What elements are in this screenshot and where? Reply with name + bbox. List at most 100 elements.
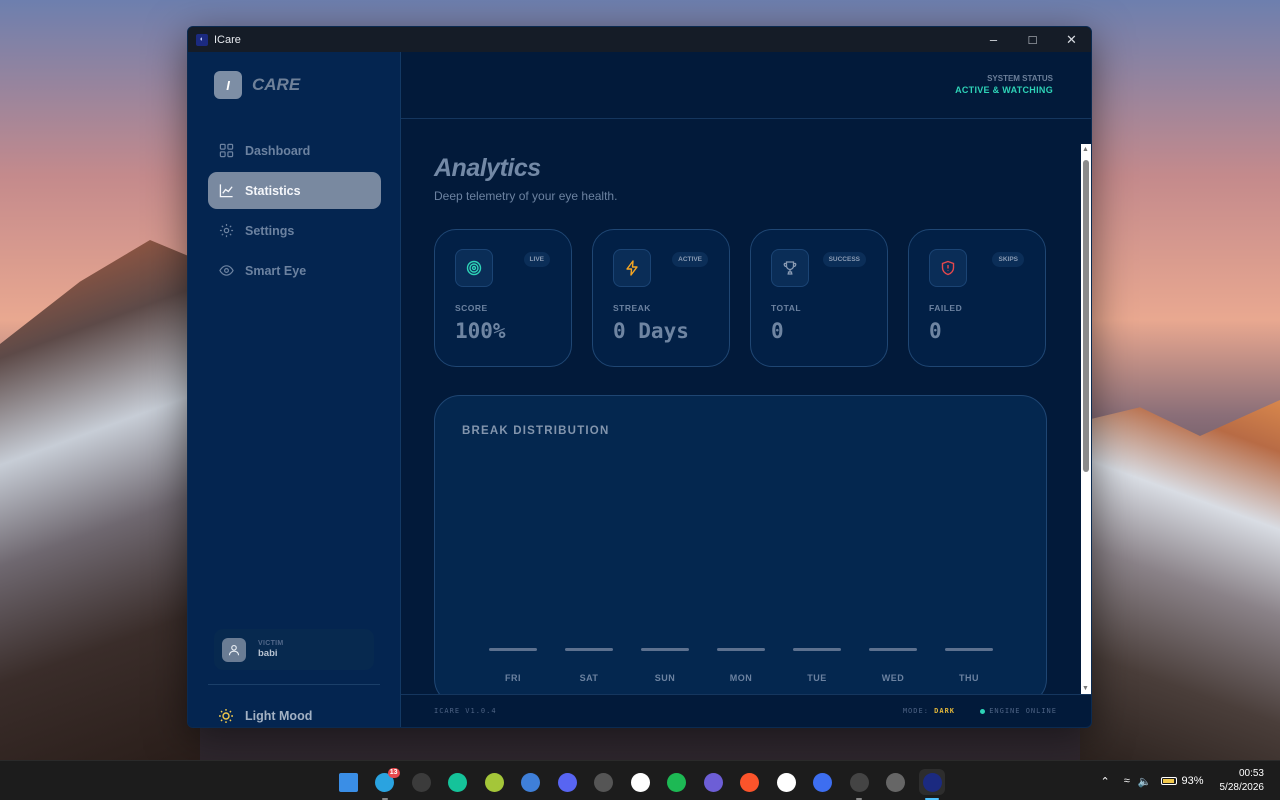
x-tick-label: SAT xyxy=(579,673,599,683)
clock-time: 00:53 xyxy=(1238,768,1264,779)
discord-icon[interactable] xyxy=(554,769,580,795)
page-subtitle: Deep telemetry of your eye health. xyxy=(434,189,618,203)
obs-icon[interactable] xyxy=(408,769,434,795)
x-tick-label: TUE xyxy=(807,673,827,683)
wallpaper-mountain-right xyxy=(1080,400,1280,760)
speaker-icon[interactable]: 🔈 xyxy=(1138,775,1152,788)
chevron-up-icon[interactable]: ⌃ xyxy=(1101,775,1110,788)
close-button[interactable]: ✕ xyxy=(1052,27,1091,52)
apk-icon[interactable] xyxy=(481,769,507,795)
battery-icon[interactable] xyxy=(1161,777,1178,785)
icare-icon-glyph xyxy=(922,772,942,792)
theme-toggle[interactable]: Light Mood xyxy=(218,708,312,724)
qbittorrent-icon-glyph xyxy=(521,772,540,792)
window-title: ICare xyxy=(214,33,241,46)
mongodb-icon-glyph xyxy=(776,772,796,792)
discord-icon-glyph xyxy=(557,772,577,792)
stat-card-score: LIVE SCORE 100% xyxy=(434,229,572,367)
status-badge: ACTIVE xyxy=(672,252,708,267)
scrollbar[interactable]: ▲ ▼ xyxy=(1081,144,1091,694)
sidebar-item-statistics[interactable]: Statistics xyxy=(208,172,381,209)
system-status: SYSTEM STATUS ACTIVE & WATCHING xyxy=(955,74,1053,95)
avatar xyxy=(222,637,246,662)
user-icon xyxy=(228,644,240,655)
chart-bar-mon xyxy=(717,648,765,651)
status-dot xyxy=(980,708,986,714)
scrollbar-thumb[interactable] xyxy=(1083,160,1089,472)
divider xyxy=(208,684,380,685)
windows-start-icon[interactable] xyxy=(335,769,361,795)
ball-icon[interactable] xyxy=(591,769,617,795)
user-card[interactable]: VICTIM babi xyxy=(214,629,374,670)
wallpaper-mountain-left xyxy=(0,240,200,760)
chart-bar-sun xyxy=(641,648,689,651)
chart-bar-wed xyxy=(869,648,917,651)
wifi-icon[interactable]: ≈ xyxy=(1124,775,1130,787)
circle-app-icon[interactable] xyxy=(883,769,909,795)
chart-line-icon xyxy=(219,184,233,198)
scroll-up-arrow[interactable]: ▲ xyxy=(1082,146,1089,153)
notion-icon[interactable] xyxy=(627,769,653,795)
trophy-icon xyxy=(771,249,809,287)
circle-app-icon-glyph xyxy=(886,772,905,792)
sidebar-item-label: Smart Eye xyxy=(245,263,307,278)
apk-icon-glyph xyxy=(484,772,504,792)
spotify-icon[interactable] xyxy=(664,769,690,795)
maximize-button[interactable]: □ xyxy=(1013,27,1052,52)
stat-card-failed: SKIPS FAILED 0 xyxy=(908,229,1046,367)
brave-icon-glyph xyxy=(740,772,759,792)
sidebar-item-settings[interactable]: Settings xyxy=(208,212,381,249)
x-tick-label: WED xyxy=(881,673,905,683)
ball-icon-glyph xyxy=(594,772,613,792)
mongodb-icon[interactable] xyxy=(773,769,799,795)
x-tick-label: FRI xyxy=(505,673,521,683)
user-name: babi xyxy=(258,648,278,659)
version-label: ICARE V1.0.4 xyxy=(434,707,497,715)
logo-text: CARE xyxy=(252,75,301,94)
engine-status-label: ENGINE ONLINE xyxy=(989,707,1057,715)
gear-icon xyxy=(219,223,234,238)
clock-date: 5/28/2026 xyxy=(1219,782,1265,793)
app-icon-glyph xyxy=(813,772,832,792)
sidebar-item-smart-eye[interactable]: Smart Eye xyxy=(208,252,381,289)
icare-icon[interactable] xyxy=(919,769,945,800)
clock[interactable]: 00:53 5/28/2026 xyxy=(1220,767,1265,795)
scroll-down-arrow[interactable]: ▼ xyxy=(1082,685,1089,692)
app-window: ◐ ICare – □ ✕ I CARE Dashboard Statistic… xyxy=(187,26,1092,728)
brave-icon[interactable] xyxy=(737,769,763,795)
x-tick-label: SUN xyxy=(654,673,676,683)
stat-value: 0 Days xyxy=(613,319,689,343)
zed-icon[interactable] xyxy=(846,769,872,800)
shield-alert-icon xyxy=(929,249,967,287)
notion-icon-glyph xyxy=(630,772,650,792)
sun-icon xyxy=(219,709,233,723)
status-badge: SKIPS xyxy=(992,252,1024,267)
x-tick-label: MON xyxy=(729,673,753,683)
chart-bars: FRI SAT SUN MON TUE WED THU xyxy=(475,396,1015,694)
notification-badge: 13 xyxy=(387,768,400,778)
chart-bar-fri xyxy=(489,648,537,651)
page-title: Analytics xyxy=(434,154,541,182)
spotify-icon-glyph xyxy=(667,772,686,792)
theme-toggle-label: Light Mood xyxy=(245,709,313,723)
content-area: Analytics Deep telemetry of your eye hea… xyxy=(401,120,1081,694)
taskbar: 13 ⌃ ≈ 🔈 93% 00:53 5/28/2026 xyxy=(0,760,1280,800)
grammarly-icon[interactable] xyxy=(445,769,471,795)
sidebar: I CARE Dashboard Statistics Settings Sma… xyxy=(188,52,401,727)
telegram-icon[interactable]: 13 xyxy=(372,768,400,800)
logo: I CARE xyxy=(214,71,300,99)
stat-label: SCORE xyxy=(455,303,488,313)
stat-card-total: SUCCESS TOTAL 0 xyxy=(750,229,888,367)
sidebar-item-label: Settings xyxy=(245,223,295,238)
system-tray: ⌃ ≈ 🔈 93% 00:53 5/28/2026 xyxy=(1101,761,1265,800)
system-status-label: SYSTEM STATUS xyxy=(987,74,1053,83)
editor-icon[interactable] xyxy=(700,769,726,795)
obs-icon-glyph xyxy=(411,772,431,792)
qbittorrent-icon[interactable] xyxy=(518,769,544,795)
sidebar-item-dashboard[interactable]: Dashboard xyxy=(208,132,381,169)
stat-cards: LIVE SCORE 100% ACTIVE STREAK 0 Days SUC… xyxy=(434,229,1066,367)
minimize-button[interactable]: – xyxy=(974,27,1013,52)
chart-bar-sat xyxy=(565,648,613,651)
app-icon[interactable] xyxy=(810,769,836,795)
grammarly-icon-glyph xyxy=(448,772,467,792)
